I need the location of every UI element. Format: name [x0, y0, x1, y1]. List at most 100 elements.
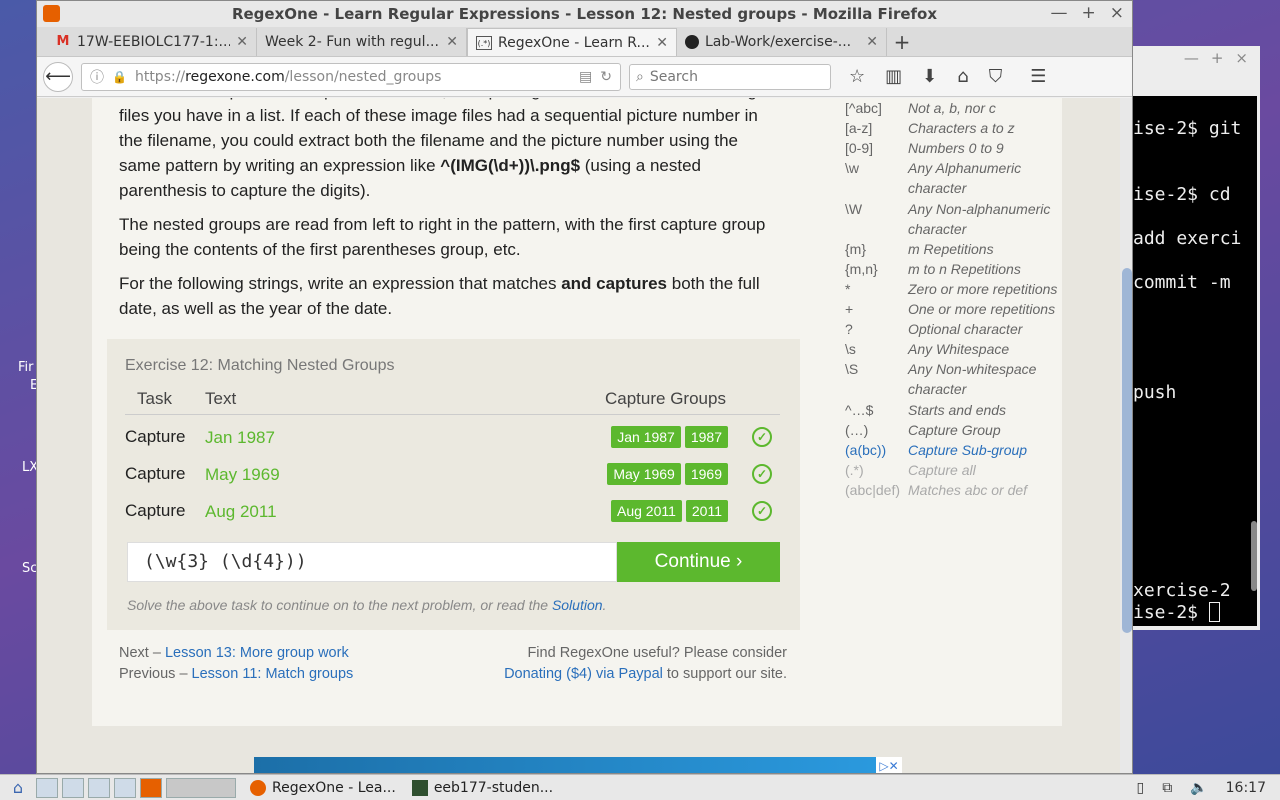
tab-github[interactable]: Lab-Work/exercise-... ✕ [677, 28, 887, 56]
workspace-icon[interactable] [166, 777, 236, 798]
taskbar-task-firefox[interactable]: RegexOne - Lea... [244, 777, 402, 799]
hint-text: Solve the above task to continue on to t… [127, 597, 552, 613]
donate-line: Find RegexOne useful? Please consider [527, 645, 787, 661]
reference-row: \W Any Non-alphanumeric [845, 199, 1070, 219]
minimize-button[interactable]: — [1184, 49, 1199, 67]
capture-group-badge: 2011 [685, 500, 728, 522]
maximize-button[interactable]: + [1082, 3, 1096, 23]
search-box[interactable]: ⌕ Search [629, 63, 831, 90]
home-icon[interactable]: ⌂ [957, 66, 968, 87]
url-bar[interactable]: ⓘ 🔒 https://regexone.com/lesson/nested_g… [81, 62, 621, 91]
reference-description: Any Alphanumeric [908, 160, 1022, 177]
minimize-button[interactable]: — [1051, 3, 1068, 23]
reference-row: character [845, 178, 1070, 198]
close-button[interactable]: × [1110, 3, 1124, 23]
reference-pattern: (…) [845, 421, 869, 438]
info-icon[interactable]: ⓘ [90, 67, 104, 87]
terminal-window[interactable]: — + × ise-2$ git ise-2$ cd add exerci co… [1120, 46, 1260, 630]
lesson-page: Take the example from the previous lesso… [92, 98, 1062, 726]
reference-pattern [845, 379, 908, 399]
solution-link[interactable]: Solution [552, 597, 603, 613]
terminal-icon [411, 779, 428, 796]
close-tab-icon[interactable]: ✕ [236, 34, 248, 50]
new-tab-button[interactable]: + [887, 28, 917, 56]
desktop-icon-label[interactable]: Fir [18, 360, 34, 375]
download-icon[interactable]: ⬇ [922, 66, 937, 87]
page-scrollbar[interactable] [1120, 98, 1132, 773]
row-task: Capture [125, 464, 186, 483]
tab-week2[interactable]: Week 2- Fun with regul... ✕ [257, 28, 467, 56]
firefox-launcher-icon[interactable] [140, 777, 162, 798]
donate-link[interactable]: Donating ($4) via Paypal [504, 666, 663, 682]
reference-description: character [908, 220, 967, 237]
ad-banner[interactable]: ▷✕ [254, 757, 902, 773]
terminal-scroll-thumb[interactable] [1251, 521, 1257, 591]
battery-icon[interactable]: ▯ [1136, 780, 1144, 796]
reference-description: character [908, 180, 967, 197]
network-icon[interactable] [62, 777, 84, 798]
url-path: /lesson/nested_groups [284, 68, 442, 85]
next-lesson-link[interactable]: Lesson 13: More group work [165, 645, 349, 661]
reference-pattern: * [845, 280, 851, 297]
exercise-row: Capture May 1969 May 1969 1969 ✓ [125, 458, 780, 494]
previous-lesson: Previous – Lesson 11: Match groups [119, 664, 353, 685]
terminal-launcher-icon[interactable] [88, 777, 110, 798]
donation-note: Find RegexOne useful? Please consider Do… [501, 643, 787, 685]
close-tab-icon[interactable]: ✕ [446, 34, 458, 50]
close-tab-icon[interactable]: ✕ [866, 34, 878, 50]
header-task: Task [137, 389, 172, 408]
continue-button[interactable]: Continue › [617, 542, 780, 582]
file-manager-icon[interactable] [36, 777, 58, 798]
lesson-paragraph: For the following strings, write an expr… [119, 271, 784, 321]
close-button[interactable]: × [1235, 49, 1248, 67]
reference-pattern: (a(bc)) [845, 441, 887, 458]
regex-input[interactable]: (\w{3} (\d{4})) [127, 542, 617, 582]
capture-group-badge: Jan 1987 [611, 426, 681, 448]
terminal-line: commit -m [1133, 272, 1231, 293]
terminal-line: ise-2$ cd [1133, 184, 1231, 205]
reader-view-icon[interactable]: ▤ [579, 69, 592, 85]
firefox-icon [250, 779, 266, 796]
task-label: RegexOne - Lea... [272, 779, 396, 796]
volume-icon[interactable]: 🔈 [1190, 780, 1207, 796]
regex-reference: [abc]Only a, b, or c[^abc]Not a, b, nor … [845, 98, 1070, 500]
taskbar-task-terminal[interactable]: eeb177-studen... [406, 777, 559, 799]
lesson-navigation: Next – Lesson 13: More group work Previo… [119, 643, 353, 685]
previous-lesson-link[interactable]: Lesson 11: Match groups [192, 666, 354, 682]
tab-bar: M 17W-EEBIOLC177-1:... ✕ Week 2- Fun wit… [37, 27, 1132, 57]
terminal-output[interactable]: ise-2$ git ise-2$ cd add exerci commit -… [1133, 96, 1257, 626]
tab-gmail[interactable]: M 17W-EEBIOLC177-1:... ✕ [47, 28, 257, 56]
terminal-scrollbar[interactable] [1250, 96, 1258, 626]
check-icon: ✓ [752, 501, 772, 521]
reference-description: Capture all [908, 461, 976, 478]
page-viewport[interactable]: Take the example from the previous lesso… [37, 98, 1132, 773]
gmail-icon: M [56, 34, 70, 49]
start-menu-button[interactable]: ⌂ [0, 775, 36, 800]
page-scroll-thumb[interactable] [1122, 268, 1132, 633]
check-icon: ✓ [752, 464, 772, 484]
window-titlebar[interactable]: RegexOne - Learn Regular Expressions - L… [37, 1, 1132, 27]
close-tab-icon[interactable]: ✕ [656, 35, 668, 51]
reference-row: [a-z] Characters a to z [845, 118, 1070, 138]
pocket-icon[interactable]: ⛉ [989, 66, 1003, 87]
terminal-line: push [1133, 382, 1177, 403]
reload-icon[interactable]: ↻ [600, 69, 612, 85]
check-icon: ✓ [752, 427, 772, 447]
lock-icon: 🔒 [112, 69, 127, 84]
network-status-icon[interactable]: ⧉ [1162, 780, 1172, 796]
reference-description: Any Whitespace [908, 341, 1010, 358]
window-icon[interactable] [114, 777, 136, 798]
maximize-button[interactable]: + [1211, 49, 1224, 67]
clock[interactable]: 16:17 [1226, 780, 1266, 796]
back-button[interactable]: ⟵ [43, 61, 73, 92]
menu-icon[interactable]: ☰ [1030, 66, 1046, 87]
library-icon[interactable]: ▥ [885, 66, 902, 87]
donate-suffix: to support our site. [662, 666, 787, 682]
ad-close-icon[interactable]: ▷✕ [876, 757, 902, 773]
reference-pattern: [^abc] [845, 100, 882, 117]
bookmark-star-icon[interactable]: ☆ [849, 66, 865, 87]
regexone-icon: (.*) [476, 35, 492, 50]
tab-regexone[interactable]: (.*) RegexOne - Learn R... ✕ [467, 28, 677, 56]
tab-label: RegexOne - Learn R... [498, 34, 650, 51]
reference-description: Not a, b, nor c [908, 100, 996, 117]
